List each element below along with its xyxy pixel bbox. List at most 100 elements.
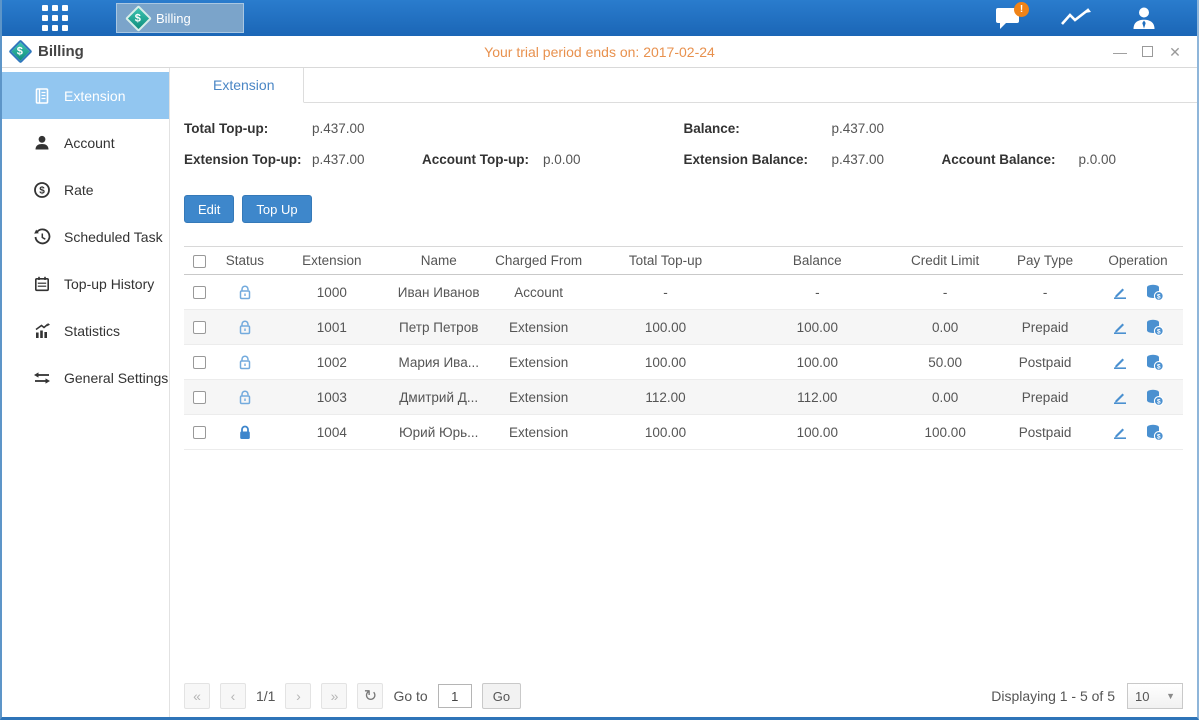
cell-balance: - <box>741 285 893 300</box>
balance-summary: Total Top-up: p.437.00 Extension Top-up:… <box>184 117 1183 179</box>
table-row: 1002 Мария Ива... Extension 100.00 100.0… <box>184 345 1183 380</box>
status-lock-icon <box>216 389 274 406</box>
tab-extension[interactable]: Extension <box>184 68 304 103</box>
row-checkbox[interactable] <box>193 356 206 369</box>
first-page-button[interactable]: « <box>184 683 210 709</box>
close-icon[interactable]: ✕ <box>1167 44 1183 60</box>
statistics-chart-icon[interactable] <box>1059 4 1093 32</box>
cell-credit-limit: 100.00 <box>893 425 997 440</box>
sidebar-item-extension[interactable]: Extension <box>2 72 169 119</box>
status-lock-icon <box>216 354 274 371</box>
col-pay-type: Pay Type <box>997 253 1093 268</box>
billing-diamond-icon: $ <box>125 5 152 32</box>
extension-table: Status Extension Name Charged From Total… <box>184 246 1183 450</box>
status-lock-icon <box>216 284 274 301</box>
window-title-group: $ Billing <box>12 43 84 60</box>
cell-total-topup: - <box>590 285 742 300</box>
edit-button[interactable]: Edit <box>184 195 234 223</box>
sidebar-item-statistics[interactable]: Statistics <box>2 307 169 354</box>
taskbar-billing-tab[interactable]: $ Billing <box>116 3 244 33</box>
col-credit-limit: Credit Limit <box>893 253 997 268</box>
transfer-arrows-icon <box>33 369 51 387</box>
page-size-select[interactable]: 10 ▼ <box>1127 683 1183 709</box>
edit-row-icon[interactable] <box>1112 389 1128 405</box>
dollar-coin-icon: $ <box>33 181 51 199</box>
cell-balance: 112.00 <box>741 390 893 405</box>
sidebar-item-general-settings[interactable]: General Settings <box>2 354 169 401</box>
messages-icon[interactable]: ! <box>991 4 1025 32</box>
edit-row-icon[interactable] <box>1112 319 1128 335</box>
row-checkbox[interactable] <box>193 286 206 299</box>
row-checkbox[interactable] <box>193 391 206 404</box>
prev-page-button[interactable]: ‹ <box>220 683 246 709</box>
col-name: Name <box>390 253 488 268</box>
user-account-icon[interactable] <box>1127 4 1161 32</box>
row-checkbox[interactable] <box>193 426 206 439</box>
svg-text:$: $ <box>1157 293 1161 300</box>
top-up-row-icon[interactable]: $ <box>1146 319 1164 336</box>
edit-row-icon[interactable] <box>1112 354 1128 370</box>
row-checkbox[interactable] <box>193 321 206 334</box>
cell-total-topup: 100.00 <box>590 355 742 370</box>
bar-chart-trend-icon <box>33 322 51 340</box>
top-bar: $ Billing ! <box>2 0 1197 36</box>
cell-name: Дмитрий Д... <box>390 390 488 405</box>
sidebar-item-account[interactable]: Account <box>2 119 169 166</box>
topbar-actions: ! <box>991 0 1161 36</box>
cell-pay-type: Postpaid <box>997 355 1093 370</box>
billing-app-window: $ Billing ! <box>0 0 1199 720</box>
pagination-bar: « ‹ 1/1 › » ↻ Go to Go Displaying 1 - 5 … <box>184 676 1183 716</box>
top-up-button[interactable]: Top Up <box>242 195 311 223</box>
refresh-icon[interactable]: ↻ <box>357 683 383 709</box>
top-up-row-icon[interactable]: $ <box>1146 354 1164 371</box>
taskbar-tab-label: Billing <box>156 11 191 26</box>
go-button[interactable]: Go <box>482 683 521 709</box>
svg-text:$: $ <box>1157 433 1161 440</box>
cell-charged-from: Extension <box>488 390 590 405</box>
minimize-icon[interactable]: — <box>1112 44 1128 60</box>
extension-topup-value: p.437.00 <box>312 152 422 167</box>
sidebar-item-label: Statistics <box>64 323 120 339</box>
maximize-icon[interactable] <box>1142 46 1153 57</box>
status-lock-icon <box>216 319 274 336</box>
next-page-button[interactable]: › <box>285 683 311 709</box>
goto-page-input[interactable] <box>438 684 472 708</box>
cell-extension: 1000 <box>274 285 390 300</box>
sidebar-item-label: Scheduled Task <box>64 229 163 245</box>
cell-credit-limit: 0.00 <box>893 320 997 335</box>
svg-text:$: $ <box>1157 328 1161 335</box>
last-page-button[interactable]: » <box>321 683 347 709</box>
cell-charged-from: Extension <box>488 425 590 440</box>
top-up-row-icon[interactable]: $ <box>1146 389 1164 406</box>
cell-pay-type: Prepaid <box>997 320 1093 335</box>
top-up-row-icon[interactable]: $ <box>1146 424 1164 441</box>
total-topup-label: Total Top-up: <box>184 121 312 136</box>
person-icon <box>1131 6 1157 31</box>
notification-badge: ! <box>1014 2 1029 17</box>
cell-pay-type: Prepaid <box>997 390 1093 405</box>
balance-label: Balance: <box>684 121 832 136</box>
title-bar: $ Billing Your trial period ends on: 201… <box>2 36 1197 68</box>
cell-credit-limit: - <box>893 285 997 300</box>
main-area: Extension Account $ Rate <box>2 68 1197 717</box>
sidebar-item-scheduled-task[interactable]: Scheduled Task <box>2 213 169 260</box>
top-up-row-icon[interactable]: $ <box>1146 284 1164 301</box>
sidebar-item-rate[interactable]: $ Rate <box>2 166 169 213</box>
cell-pay-type: Postpaid <box>997 425 1093 440</box>
cell-name: Иван Иванов <box>390 285 488 300</box>
select-all-checkbox[interactable] <box>193 255 206 268</box>
total-topup-value: p.437.00 <box>312 121 365 136</box>
status-lock-icon <box>216 424 274 441</box>
window-controls: — ✕ <box>1112 44 1183 60</box>
edit-row-icon[interactable] <box>1112 424 1128 440</box>
svg-text:$: $ <box>1157 363 1161 370</box>
table-header-row: Status Extension Name Charged From Total… <box>184 246 1183 275</box>
svg-text:$: $ <box>39 185 45 196</box>
sidebar-item-topup-history[interactable]: Top-up History <box>2 260 169 307</box>
col-balance: Balance <box>741 253 893 268</box>
cell-extension: 1004 <box>274 425 390 440</box>
trial-notice: Your trial period ends on: 2017-02-24 <box>2 44 1197 60</box>
edit-row-icon[interactable] <box>1112 284 1128 300</box>
table-row: 1003 Дмитрий Д... Extension 112.00 112.0… <box>184 380 1183 415</box>
app-grid-icon[interactable] <box>36 5 74 31</box>
